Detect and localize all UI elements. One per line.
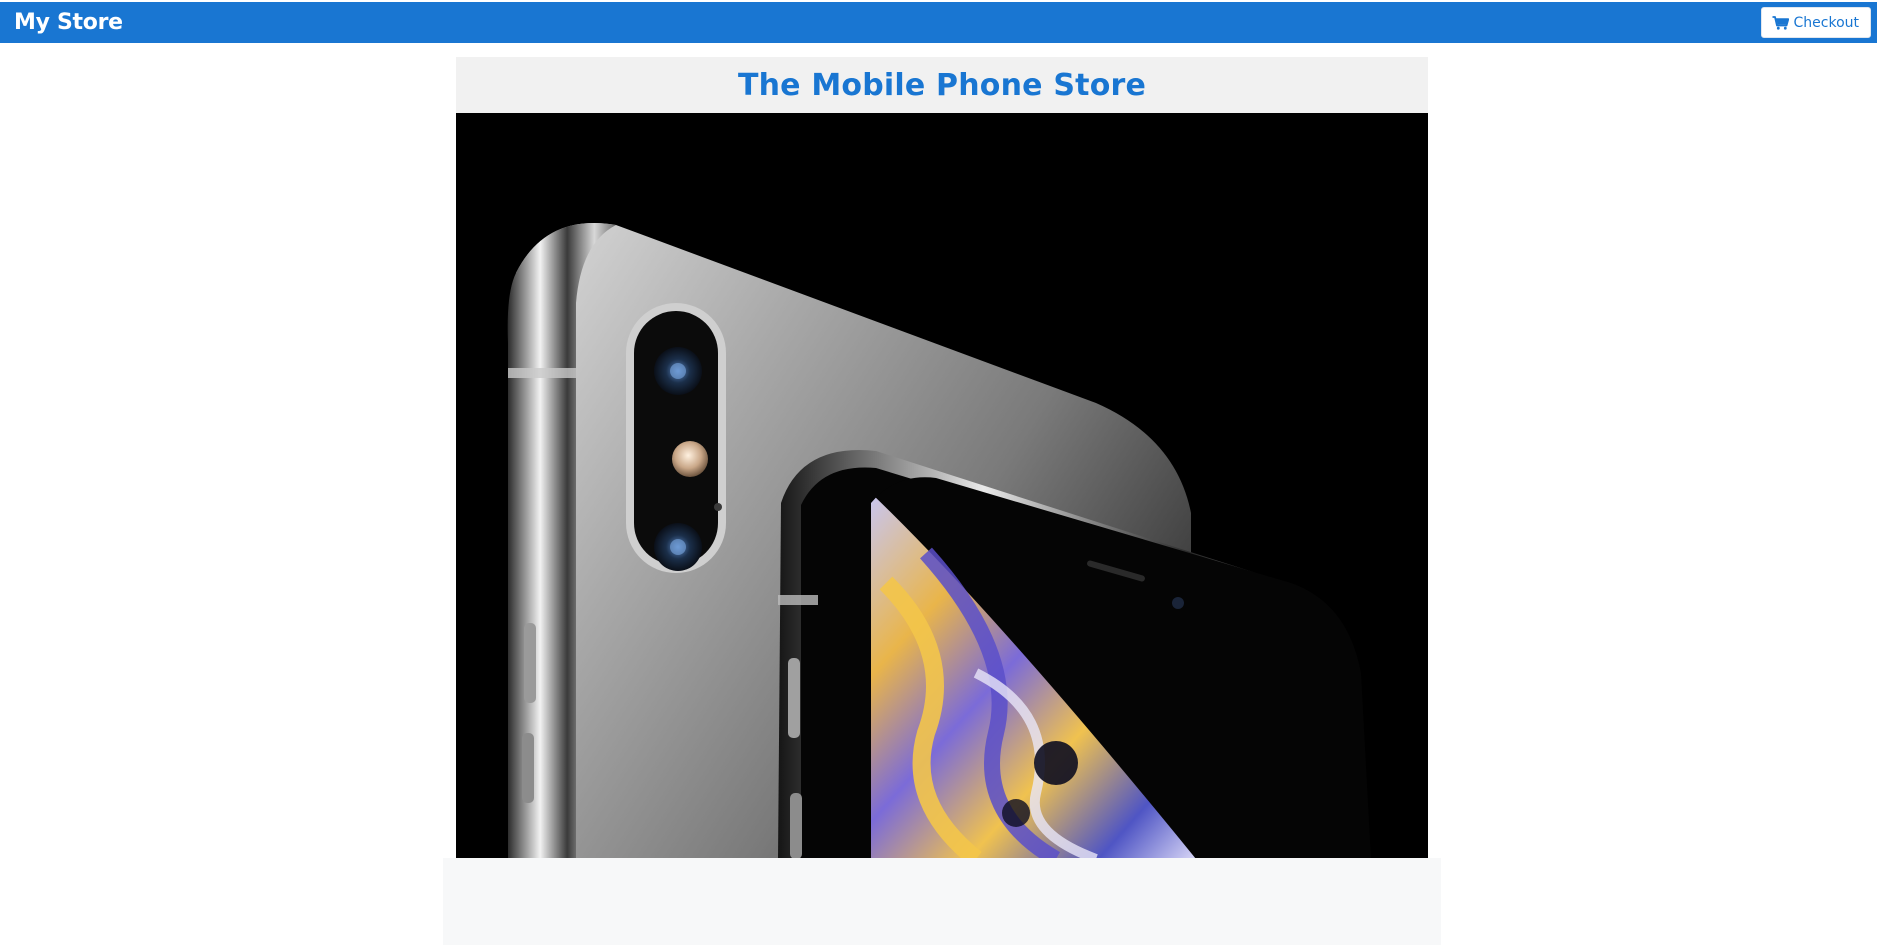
content-footer-area xyxy=(443,858,1441,945)
checkout-button[interactable]: Checkout xyxy=(1760,7,1871,38)
checkout-label: Checkout xyxy=(1793,14,1860,31)
page-title: The Mobile Phone Store xyxy=(737,67,1147,103)
shopping-cart-icon xyxy=(1772,15,1789,30)
hero-phone-image xyxy=(456,113,1428,859)
store-header: The Mobile Phone Store xyxy=(456,57,1428,113)
brand-logo-text[interactable]: My Store xyxy=(14,10,123,35)
top-navbar: My Store Checkout xyxy=(0,2,1877,43)
